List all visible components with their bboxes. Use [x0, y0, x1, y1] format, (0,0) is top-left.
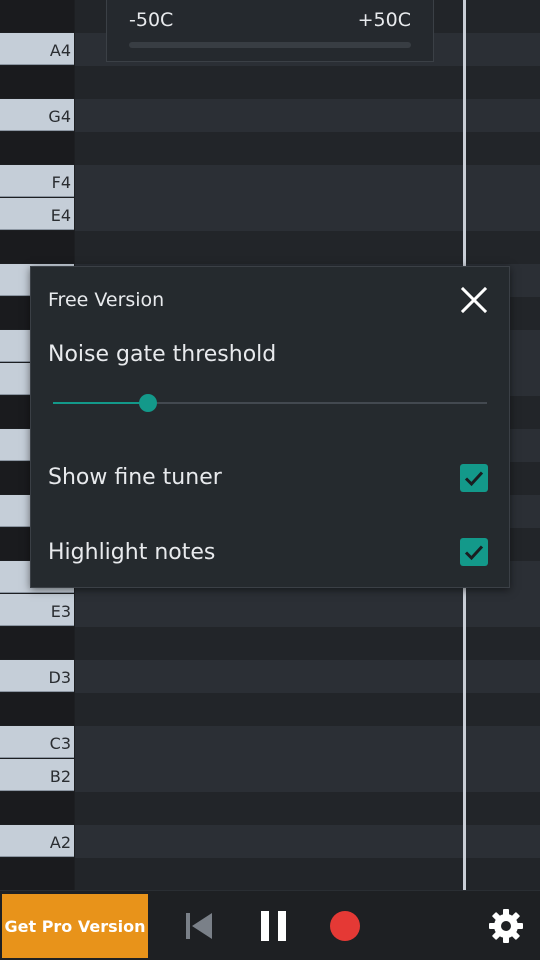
note-lane — [75, 198, 540, 231]
get-pro-button[interactable]: Get Pro Version — [2, 894, 148, 958]
close-button[interactable] — [457, 283, 491, 317]
note-lane — [75, 660, 540, 693]
white-key: D3 — [0, 660, 74, 692]
note-label: E4 — [50, 206, 71, 225]
white-key: E4 — [0, 198, 74, 230]
note-lane — [75, 99, 540, 132]
white-key: A4 — [0, 33, 74, 65]
black-key-row — [0, 231, 540, 264]
dialog-title: Free Version — [48, 289, 165, 311]
white-key: C3 — [0, 726, 74, 758]
fine-tuner-max-label: +50C — [357, 9, 411, 31]
note-lane — [75, 759, 540, 792]
note-lane — [75, 165, 540, 198]
checkmark-icon — [464, 545, 484, 561]
note-label: E3 — [50, 602, 71, 621]
highlight-notes-checkbox[interactable] — [460, 538, 488, 566]
record-icon — [330, 911, 360, 941]
white-key: G4 — [0, 99, 74, 131]
white-key-row: D3 — [0, 660, 540, 693]
black-key-row — [0, 792, 540, 825]
rewind-button[interactable] — [182, 909, 216, 943]
note-lane — [75, 627, 540, 660]
white-key-row: E4 — [0, 198, 540, 231]
white-key: F4 — [0, 165, 74, 197]
note-lane — [75, 792, 540, 825]
white-key-row: E3 — [0, 594, 540, 627]
note-label: F4 — [51, 173, 71, 192]
skip-to-start-icon — [186, 913, 212, 939]
note-lane — [75, 693, 540, 726]
show-fine-tuner-checkbox[interactable] — [460, 464, 488, 492]
black-key-row — [0, 132, 540, 165]
gear-icon — [489, 909, 523, 943]
settings-dialog: Free Version Noise gate threshold Show f… — [30, 266, 510, 588]
black-key-row — [0, 693, 540, 726]
black-key-row — [0, 858, 540, 891]
black-key-row — [0, 66, 540, 99]
noise-gate-slider[interactable] — [53, 393, 487, 413]
checkmark-icon — [464, 471, 484, 487]
note-lane — [75, 594, 540, 627]
note-label: A2 — [49, 833, 71, 852]
white-key: A2 — [0, 825, 74, 857]
note-lane — [75, 726, 540, 759]
black-key — [0, 627, 74, 659]
note-label: A4 — [49, 41, 71, 60]
black-key — [0, 66, 74, 98]
pause-icon — [261, 911, 286, 941]
highlight-notes-label: Highlight notes — [48, 540, 216, 565]
fine-tuner-min-label: -50C — [129, 9, 174, 31]
fine-tuner: -50C +50C — [106, 0, 434, 62]
black-key — [0, 792, 74, 824]
note-label: C3 — [49, 734, 71, 753]
black-key-row — [0, 627, 540, 660]
tuner-app: A4 G4 F4 E4 E3 D3 C3 B2 A2 -50C +50C Free Versio… — [0, 0, 540, 960]
bottom-toolbar: Get Pro Version — [0, 890, 540, 960]
note-lane — [75, 231, 540, 264]
settings-button[interactable] — [488, 908, 524, 944]
white-key-row: C3 — [0, 726, 540, 759]
note-lane — [75, 132, 540, 165]
note-label: B2 — [49, 767, 71, 786]
black-key — [0, 231, 74, 263]
slider-thumb[interactable] — [139, 394, 157, 412]
fine-tuner-bar — [129, 42, 411, 48]
black-key — [0, 858, 74, 890]
black-key — [0, 0, 74, 32]
record-button[interactable] — [329, 910, 361, 942]
show-fine-tuner-label: Show fine tuner — [48, 465, 222, 490]
black-key — [0, 132, 74, 164]
white-key: B2 — [0, 759, 74, 791]
note-lane — [75, 66, 540, 99]
note-lane — [75, 825, 540, 858]
black-key — [0, 693, 74, 725]
slider-fill — [53, 402, 148, 404]
noise-gate-label: Noise gate threshold — [48, 342, 277, 367]
close-icon — [460, 286, 488, 314]
white-key-row: A2 — [0, 825, 540, 858]
note-lane — [75, 858, 540, 891]
white-key: E3 — [0, 594, 74, 626]
white-key-row: F4 — [0, 165, 540, 198]
white-key-row: B2 — [0, 759, 540, 792]
note-label: D3 — [48, 668, 72, 687]
pause-button[interactable] — [258, 909, 290, 943]
note-label: G4 — [48, 107, 71, 126]
white-key-row: G4 — [0, 99, 540, 132]
